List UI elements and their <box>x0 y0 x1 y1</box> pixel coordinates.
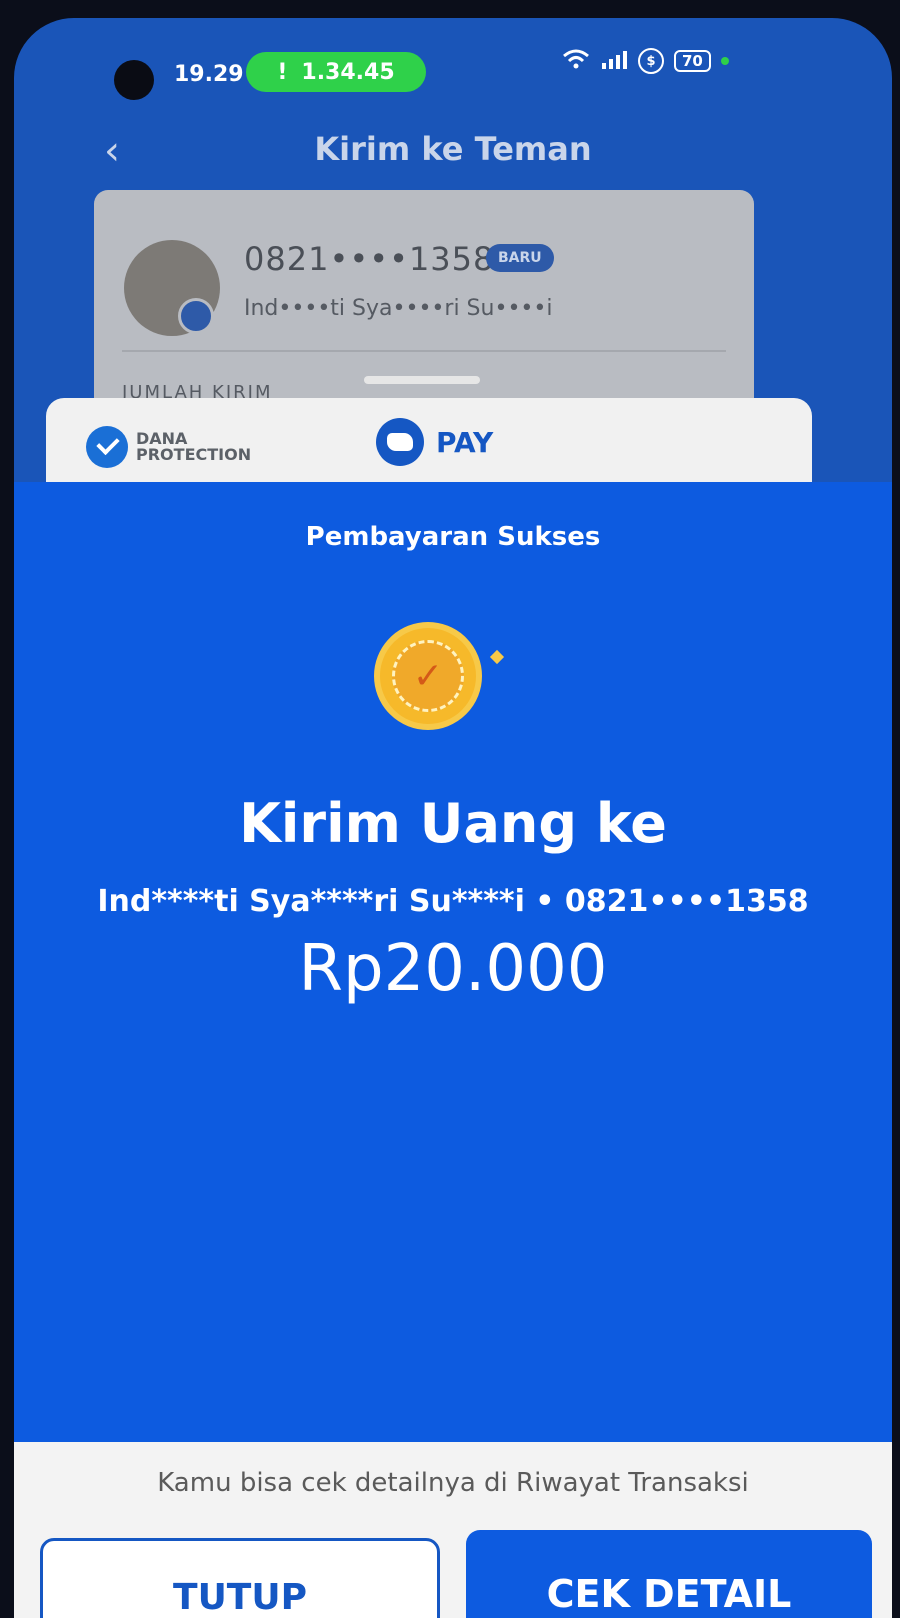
payment-result-panel: Pembayaran Sukses ✓ Kirim Uang ke Ind***… <box>14 482 892 1442</box>
sparkle-icon <box>489 649 505 665</box>
protection-check-icon <box>86 426 128 468</box>
success-coin-icon: ✓ <box>374 622 482 730</box>
payment-status: Pembayaran Sukses <box>305 522 601 552</box>
status-bar: 19.29 ! 1.34.45 $ 70 <box>14 18 892 108</box>
close-button[interactable]: TUTUP <box>40 1538 440 1618</box>
battery-icon: 70 <box>674 50 711 72</box>
recipient-phone: 0821••••1358 <box>244 240 495 278</box>
divider <box>122 350 726 352</box>
dana-protection-logo: DANA PROTECTION <box>86 426 251 468</box>
signal-icon <box>600 49 628 74</box>
system-icons: $ 70 <box>562 48 729 74</box>
wifi-icon <box>562 49 590 74</box>
dana-logo-icon <box>376 418 424 466</box>
pay-label: PAY <box>436 425 494 459</box>
new-badge: BARU <box>486 244 554 272</box>
view-detail-button[interactable]: CEK DETAIL <box>466 1530 872 1618</box>
history-hint: Kamu bisa cek detailnya di Riwayat Trans… <box>157 1468 749 1498</box>
phone-screen: 19.29 ! 1.34.45 $ 70 ‹ Kirim ke Teman 08… <box>14 18 892 1618</box>
checkmark-icon: ✓ <box>412 655 444 697</box>
transfer-title: Kirim Uang ke <box>239 792 667 855</box>
vpn-icon: $ <box>638 48 664 74</box>
recipient-name: Ind••••ti Sya••••ri Su••••i <box>244 296 553 321</box>
timer-alert-icon: ! <box>277 59 288 85</box>
transfer-amount: Rp20.000 <box>298 932 608 1006</box>
status-time: 19.29 <box>174 62 244 87</box>
page-title: Kirim ke Teman <box>314 130 592 168</box>
call-timer-pill[interactable]: ! 1.34.45 <box>246 52 426 92</box>
sheet-drag-handle[interactable] <box>364 376 480 384</box>
transfer-recipient: Ind****ti Sya****ri Su****i • 0821••••13… <box>97 884 809 919</box>
dana-pay-logo: PAY <box>376 418 493 466</box>
timer-value: 1.34.45 <box>301 59 395 85</box>
privacy-indicator-icon <box>720 57 729 65</box>
sheet-footer: Kamu bisa cek detailnya di Riwayat Trans… <box>14 1442 892 1618</box>
front-camera <box>114 60 154 100</box>
app-header: ‹ Kirim ke Teman <box>14 108 892 188</box>
dana-badge-icon <box>178 298 214 334</box>
protection-label: PROTECTION <box>136 445 252 464</box>
sheet-header: DANA PROTECTION PAY <box>46 398 812 482</box>
